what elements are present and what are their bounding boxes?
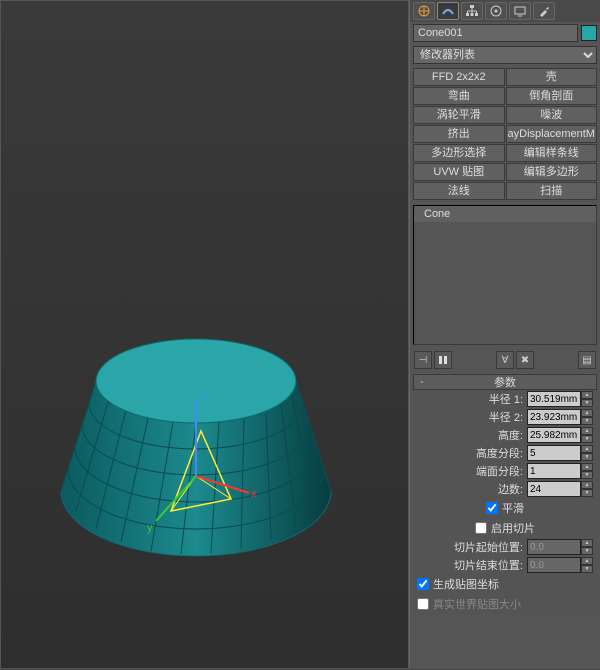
gen-map-label: 生成贴图坐标 bbox=[433, 576, 499, 592]
capseg-label: 端面分段: bbox=[476, 463, 523, 479]
object-color-swatch[interactable] bbox=[581, 25, 597, 41]
spinner-down-icon[interactable]: ▼ bbox=[581, 399, 593, 407]
object-name-input[interactable] bbox=[413, 24, 578, 42]
command-panel-tabs bbox=[410, 0, 600, 22]
command-panel: 修改器列表 FFD 2x2x2 壳 弯曲 倒角剖面 涡轮平滑 噪波 挤出 ayD… bbox=[409, 0, 600, 669]
sides-spinner[interactable] bbox=[527, 481, 581, 497]
show-end-result-icon[interactable] bbox=[434, 351, 452, 369]
slice-to-spinner bbox=[527, 557, 581, 573]
capseg-spinner[interactable] bbox=[527, 463, 581, 479]
mod-btn-sweep[interactable]: 扫描 bbox=[506, 182, 598, 200]
mod-btn-bevelprofile[interactable]: 倒角剖面 bbox=[506, 87, 598, 105]
modifier-button-set: FFD 2x2x2 壳 弯曲 倒角剖面 涡轮平滑 噪波 挤出 ayDisplac… bbox=[410, 66, 600, 202]
radius2-spinner[interactable] bbox=[527, 409, 581, 425]
mod-btn-turbosmooth[interactable]: 涡轮平滑 bbox=[413, 106, 505, 124]
height-spinner[interactable] bbox=[527, 427, 581, 443]
modify-tab-icon[interactable] bbox=[437, 2, 459, 20]
modifier-stack[interactable]: Cone bbox=[413, 205, 597, 345]
viewport-3d[interactable]: z x y bbox=[0, 0, 409, 669]
hierarchy-tab-icon[interactable] bbox=[461, 2, 483, 20]
slice-from-label: 切片起始位置: bbox=[454, 539, 523, 555]
real-world-checkbox[interactable] bbox=[417, 598, 429, 610]
slice-on-checkbox[interactable] bbox=[475, 522, 487, 534]
hseg-label: 高度分段: bbox=[476, 445, 523, 461]
configure-sets-icon[interactable]: ▤ bbox=[578, 351, 596, 369]
slice-on-label: 启用切片 bbox=[491, 520, 535, 536]
slice-to-label: 切片结束位置: bbox=[454, 557, 523, 573]
radius1-label: 半径 1: bbox=[489, 391, 523, 407]
svg-text:x: x bbox=[251, 488, 257, 500]
mod-btn-extrude[interactable]: 挤出 bbox=[413, 125, 505, 143]
rollup-title: 参数 bbox=[494, 374, 516, 390]
height-label: 高度: bbox=[498, 427, 523, 443]
smooth-checkbox[interactable] bbox=[486, 502, 498, 514]
slice-from-spinner bbox=[527, 539, 581, 555]
stack-item-cone[interactable]: Cone bbox=[414, 206, 596, 222]
mod-btn-noise[interactable]: 噪波 bbox=[506, 106, 598, 124]
gen-map-checkbox[interactable] bbox=[417, 578, 429, 590]
radius1-spinner[interactable] bbox=[527, 391, 581, 407]
parameters-rollup-header[interactable]: -参数 bbox=[413, 374, 597, 390]
hseg-spinner[interactable] bbox=[527, 445, 581, 461]
create-tab-icon[interactable] bbox=[413, 2, 435, 20]
remove-modifier-icon[interactable]: ✖ bbox=[516, 351, 534, 369]
display-tab-icon[interactable] bbox=[509, 2, 531, 20]
parameters-rollup: -参数 半径 1:▲▼ 半径 2:▲▼ 高度:▲▼ 高度分段:▲▼ 端面分段:▲… bbox=[413, 374, 597, 614]
smooth-label: 平滑 bbox=[502, 500, 524, 516]
mod-btn-editpoly[interactable]: 编辑多边形 bbox=[506, 163, 598, 181]
svg-text:z: z bbox=[201, 390, 207, 402]
utilities-tab-icon[interactable] bbox=[533, 2, 555, 20]
stack-toolbar: ⊣ ∀ ✖ ▤ bbox=[410, 348, 600, 372]
mod-btn-editspline[interactable]: 编辑样条线 bbox=[506, 144, 598, 162]
mod-btn-uvwmap[interactable]: UVW 贴图 bbox=[413, 163, 505, 181]
viewport-canvas: z x y bbox=[1, 1, 411, 670]
mod-btn-normal[interactable]: 法线 bbox=[413, 182, 505, 200]
radius2-label: 半径 2: bbox=[489, 409, 523, 425]
real-world-label: 真实世界贴图大小 bbox=[433, 596, 521, 612]
mod-btn-shell[interactable]: 壳 bbox=[506, 68, 598, 86]
motion-tab-icon[interactable] bbox=[485, 2, 507, 20]
mod-btn-bend[interactable]: 弯曲 bbox=[413, 87, 505, 105]
svg-text:y: y bbox=[147, 522, 153, 534]
mod-btn-raydisp[interactable]: ayDisplacementM bbox=[506, 125, 598, 143]
modifier-list-dropdown[interactable]: 修改器列表 bbox=[413, 46, 597, 64]
mod-btn-polyselect[interactable]: 多边形选择 bbox=[413, 144, 505, 162]
pin-stack-icon[interactable]: ⊣ bbox=[414, 351, 432, 369]
mod-btn-ffd[interactable]: FFD 2x2x2 bbox=[413, 68, 505, 86]
sides-label: 边数: bbox=[498, 481, 523, 497]
spinner-up-icon[interactable]: ▲ bbox=[581, 391, 593, 399]
make-unique-icon[interactable]: ∀ bbox=[496, 351, 514, 369]
